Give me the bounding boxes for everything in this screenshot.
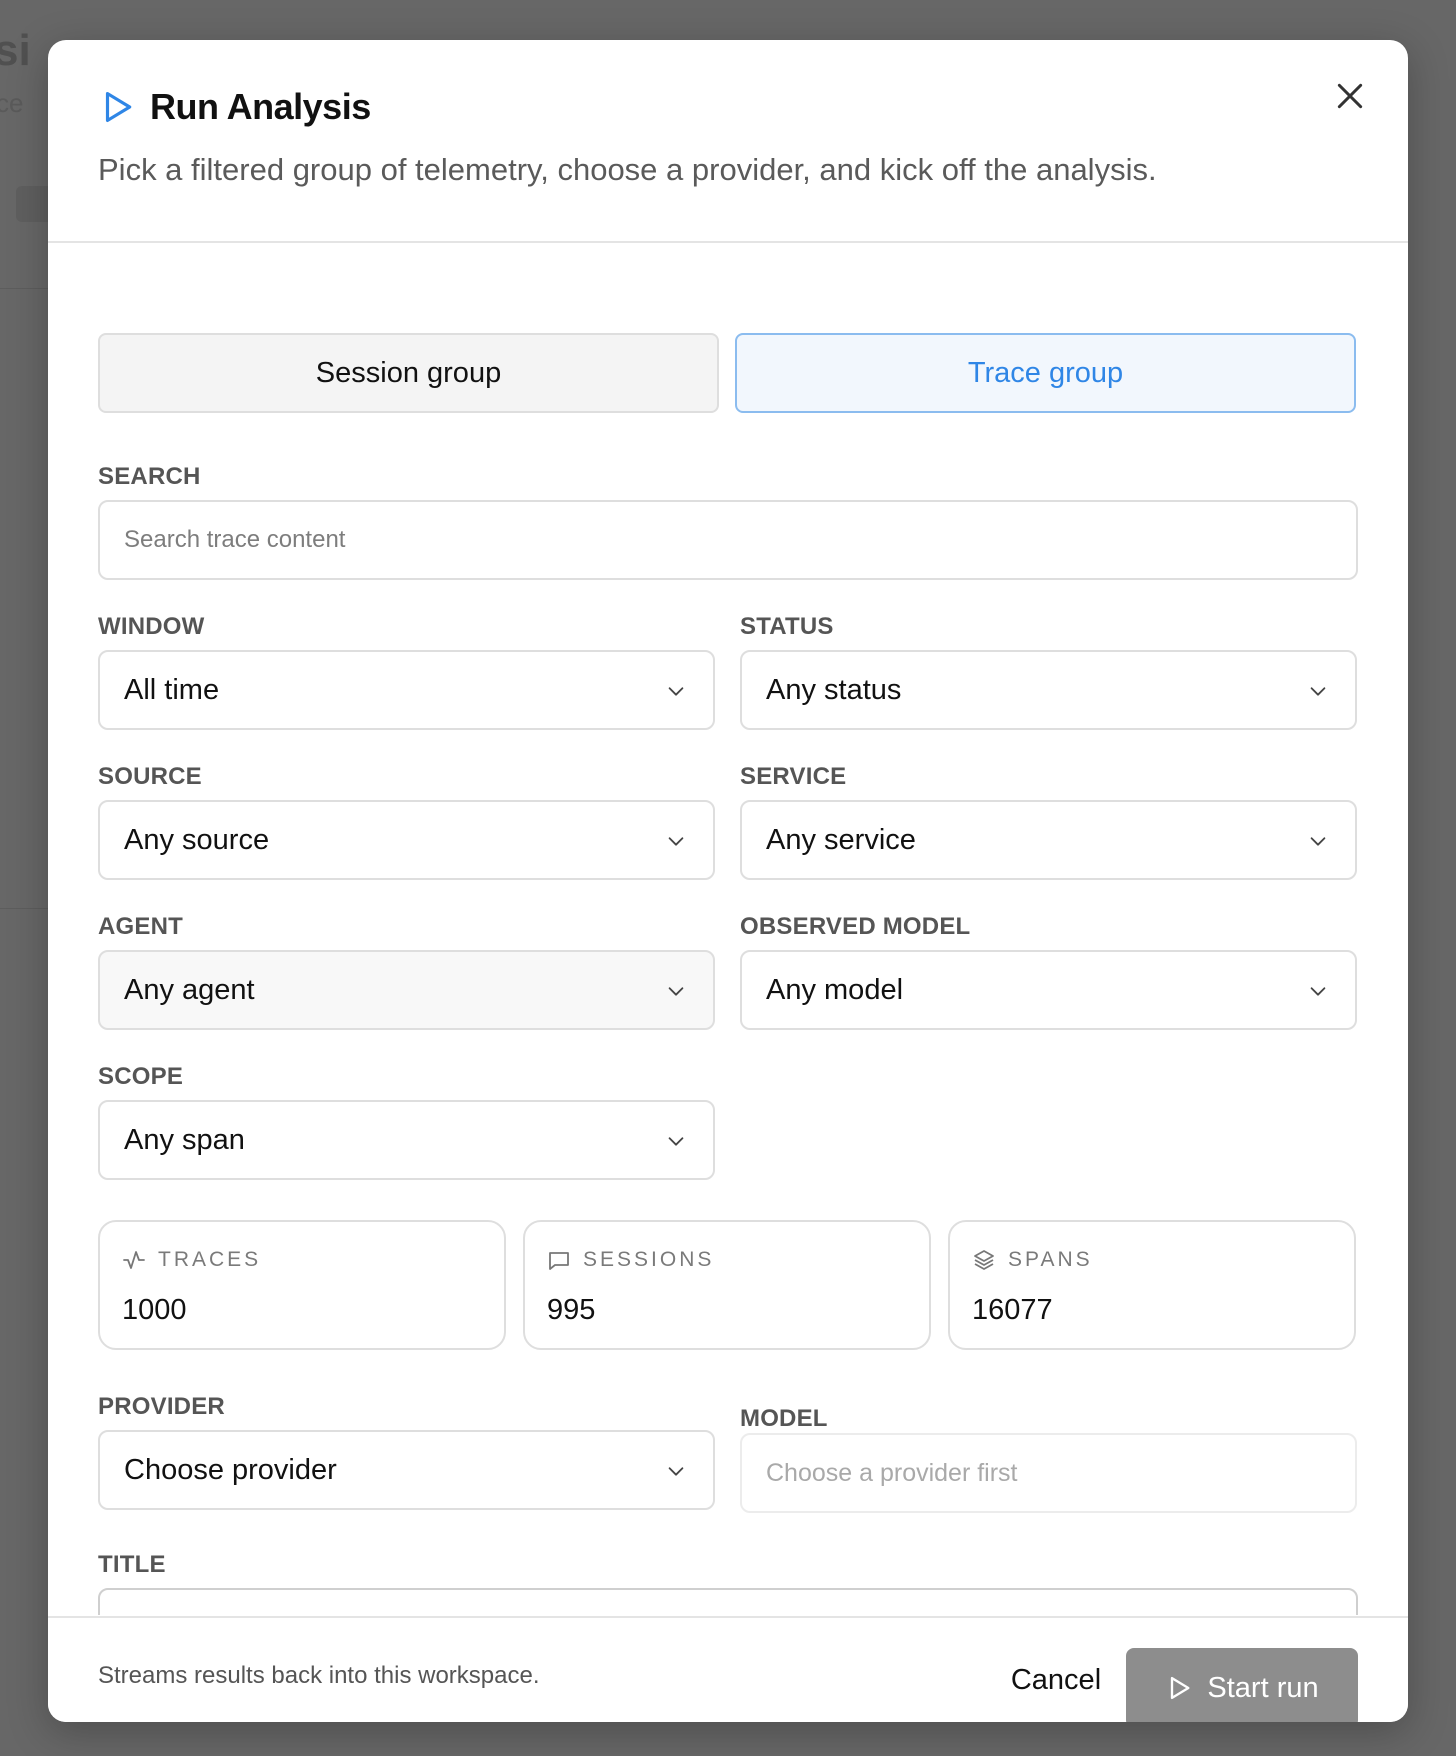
service-select[interactable]: Any service (740, 800, 1357, 880)
stat-card-spans: SPANS 16077 (948, 1220, 1356, 1350)
spans-count: 16077 (972, 1294, 1053, 1326)
sessions-count: 995 (547, 1294, 596, 1326)
provider-select[interactable]: Choose provider (98, 1430, 715, 1510)
window-label: WINDOW (98, 613, 205, 640)
stat-card-header: TRACES (122, 1248, 261, 1272)
scope-select[interactable]: Any span (98, 1100, 715, 1180)
sessions-label: SESSIONS (583, 1248, 715, 1271)
dialog-subtitle: Pick a filtered group of telemetry, choo… (98, 152, 1157, 187)
status-label: STATUS (740, 613, 834, 640)
play-icon (105, 91, 132, 123)
stat-card-traces: TRACES 1000 (98, 1220, 506, 1350)
provider-value: Choose provider (124, 1453, 337, 1486)
traces-label: TRACES (158, 1248, 262, 1271)
close-button[interactable] (1328, 74, 1372, 118)
source-select[interactable]: Any source (98, 800, 715, 880)
chevron-down-icon (668, 837, 684, 846)
status-select[interactable]: Any status (740, 650, 1357, 730)
chevron-down-icon (668, 987, 684, 996)
spans-label: SPANS (1008, 1248, 1093, 1271)
search-label: SEARCH (98, 463, 201, 490)
source-label: SOURCE (98, 763, 202, 790)
start-run-button[interactable]: Start run (1126, 1648, 1358, 1722)
observed-model-select[interactable]: Any model (740, 950, 1357, 1030)
background-title-fragment: si (0, 26, 31, 75)
agent-select[interactable]: Any agent (98, 950, 715, 1030)
chevron-down-icon (1310, 987, 1326, 996)
play-icon (1171, 1676, 1190, 1700)
scope-value: Any span (124, 1123, 245, 1156)
stat-card-sessions: SESSIONS 995 (523, 1220, 931, 1350)
chevron-down-icon (1310, 837, 1326, 846)
agent-value: Any agent (124, 973, 255, 1006)
model-label: MODEL (740, 1405, 828, 1432)
chevron-down-icon (668, 1137, 684, 1146)
chevron-down-icon (668, 1467, 684, 1476)
tab-session-group[interactable]: Session group (98, 333, 719, 413)
dialog-title-row: Run Analysis (98, 86, 371, 128)
tab-trace-group[interactable]: Trace group (735, 333, 1356, 413)
activity-icon (123, 1251, 145, 1269)
scope-label: SCOPE (98, 1063, 184, 1090)
background-divider (0, 908, 50, 909)
dialog-title: Run Analysis (150, 86, 371, 127)
search-input[interactable] (124, 526, 1356, 554)
window-select[interactable]: All time (98, 650, 715, 730)
start-run-label: Start run (1207, 1671, 1319, 1704)
footer-note: Streams results back into this workspace… (98, 1662, 540, 1689)
chevron-down-icon (1310, 687, 1326, 696)
title-input[interactable] (124, 1614, 1356, 1615)
source-value: Any source (124, 823, 270, 856)
stat-card-header: SESSIONS (547, 1248, 714, 1272)
service-value: Any service (766, 823, 916, 856)
traces-count: 1000 (122, 1294, 187, 1326)
run-analysis-dialog: Run Analysis Pick a filtered group of te… (48, 40, 1408, 1722)
chevron-down-icon (668, 687, 684, 696)
observed-model-value: Any model (766, 973, 904, 1006)
stats-row: TRACES 1000 SESSIONS 995 SPANS 16077 (98, 1220, 1358, 1350)
close-icon (1337, 83, 1363, 109)
model-select[interactable]: Choose a provider first (740, 1433, 1357, 1513)
title-field (98, 1588, 1358, 1615)
group-type-tabs: Session group Trace group (98, 333, 1358, 413)
cancel-button[interactable]: Cancel (986, 1648, 1126, 1712)
title-label: TITLE (98, 1551, 166, 1578)
dialog-body[interactable]: Session group Trace group SEARCH WINDOW … (48, 245, 1408, 1615)
background-subtitle-fragment: ce (0, 88, 24, 118)
message-square-icon (549, 1252, 569, 1270)
observed-model-label: OBSERVED MODEL (740, 913, 971, 940)
dialog-footer: Streams results back into this workspace… (48, 1616, 1408, 1722)
provider-label: PROVIDER (98, 1393, 225, 1420)
search-field (98, 500, 1358, 580)
window-value: All time (124, 673, 220, 706)
model-placeholder: Choose a provider first (766, 1458, 1018, 1487)
status-value: Any status (766, 673, 902, 706)
agent-label: AGENT (98, 913, 183, 940)
stat-card-header: SPANS (972, 1248, 1093, 1272)
layers-icon (974, 1250, 994, 1270)
service-label: SERVICE (740, 763, 847, 790)
background-divider (0, 288, 50, 289)
dialog-header: Run Analysis Pick a filtered group of te… (48, 40, 1408, 243)
